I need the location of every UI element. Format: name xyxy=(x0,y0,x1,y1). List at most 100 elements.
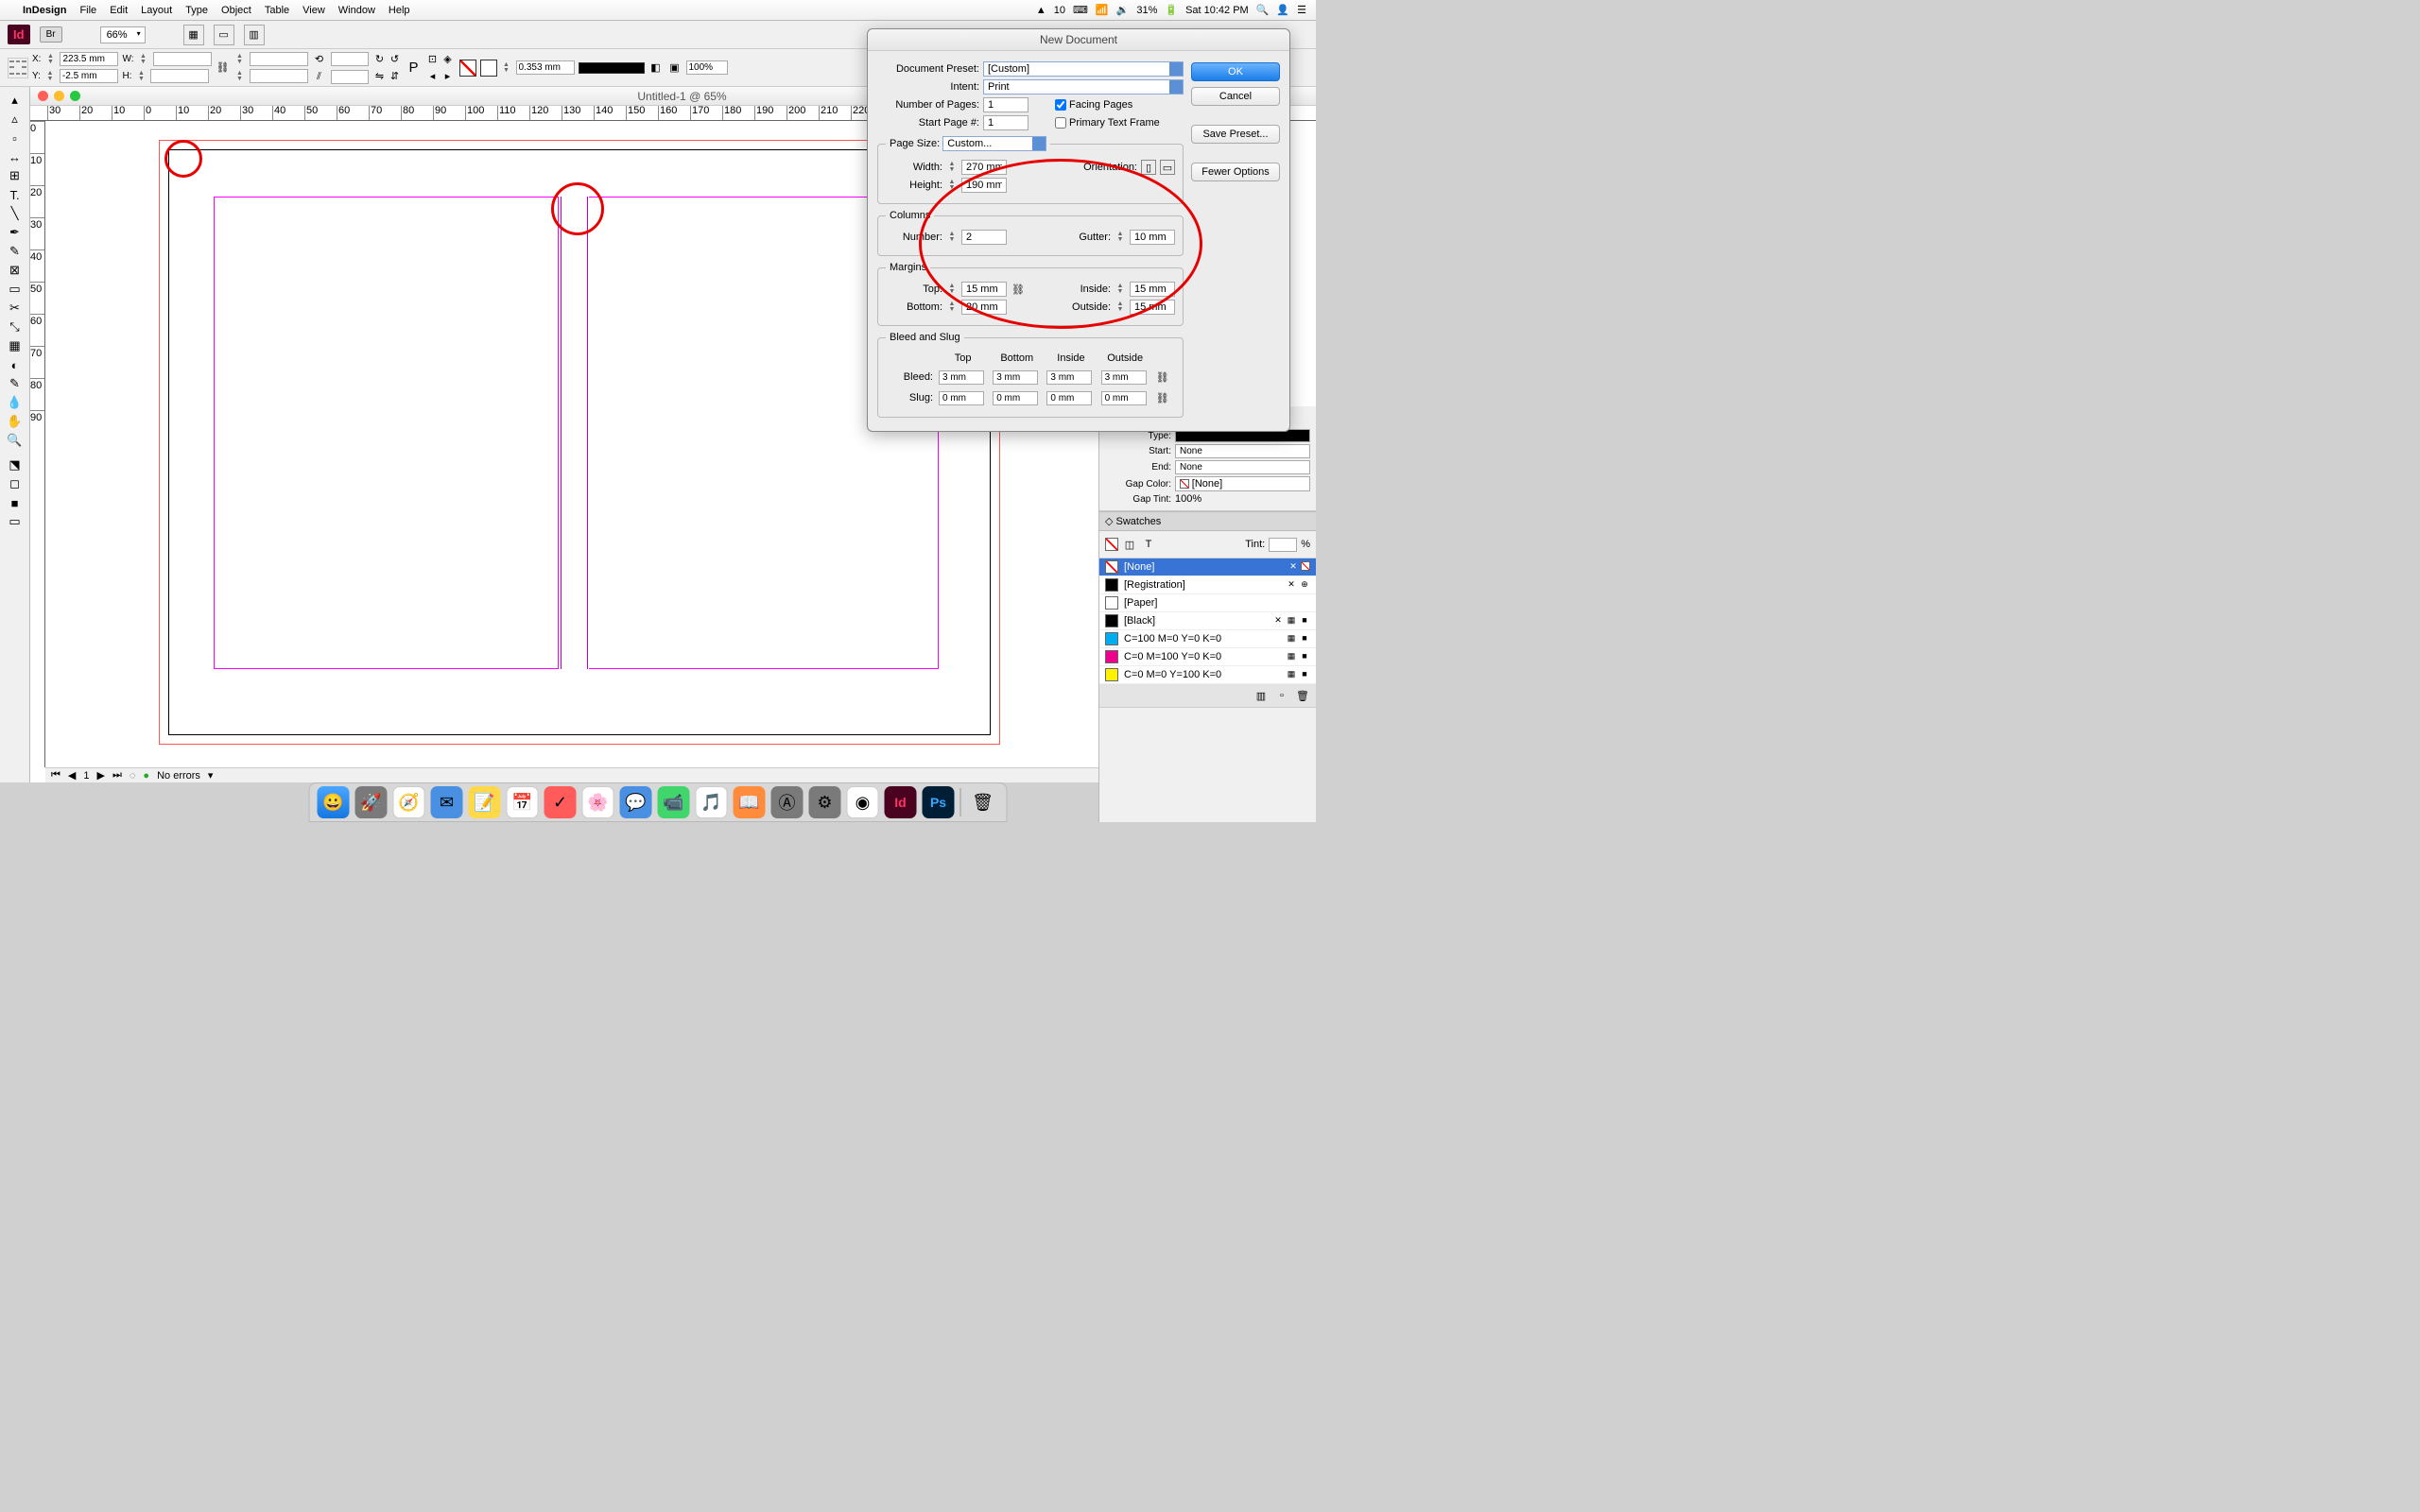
select-content-icon[interactable]: ◈ xyxy=(441,52,456,67)
scale-y-input[interactable] xyxy=(250,69,308,83)
swatches-fill-icon[interactable] xyxy=(1105,538,1118,551)
note-tool[interactable]: ✎ xyxy=(3,374,27,393)
dock-photoshop-icon[interactable]: Ps xyxy=(923,786,955,818)
menu-edit[interactable]: Edit xyxy=(110,5,128,16)
slug-top-input[interactable] xyxy=(939,391,984,405)
swatch-paper[interactable]: [Paper] xyxy=(1099,594,1316,612)
h-input[interactable] xyxy=(150,69,209,83)
direct-selection-tool[interactable]: ▵ xyxy=(3,110,27,129)
window-close-icon[interactable] xyxy=(38,91,48,101)
swatch-none[interactable]: [None]✕ xyxy=(1099,558,1316,576)
tint-input[interactable] xyxy=(1269,538,1297,552)
swatches-text-toggle-icon[interactable]: T xyxy=(1141,537,1156,552)
dock-reminders-icon[interactable]: ✓ xyxy=(544,786,577,818)
apply-color[interactable]: ■ xyxy=(3,493,27,512)
link-slug-icon[interactable]: ⛓ xyxy=(1155,390,1170,405)
gradient-swatch-tool[interactable]: ▦ xyxy=(3,336,27,355)
margin-outside-input[interactable] xyxy=(1130,300,1175,315)
scale-x-input[interactable] xyxy=(250,52,308,66)
app-name[interactable]: InDesign xyxy=(23,5,66,16)
dock-appstore-icon[interactable]: Ⓐ xyxy=(771,786,804,818)
default-fill-stroke[interactable]: ◻ xyxy=(3,474,27,493)
link-bleed-icon[interactable]: ⛓ xyxy=(1155,369,1170,385)
keyboard-icon[interactable]: ⌨ xyxy=(1073,4,1088,16)
menu-help[interactable]: Help xyxy=(389,5,410,16)
menu-type[interactable]: Type xyxy=(185,5,208,16)
menu-file[interactable]: File xyxy=(79,5,96,16)
bridge-button[interactable]: Br xyxy=(40,26,62,43)
dock-calendar-icon[interactable]: 📅 xyxy=(507,786,539,818)
arrange-docs-icon[interactable]: ▥ xyxy=(244,25,265,45)
intent-dropdown[interactable]: Print xyxy=(983,79,1184,94)
margin-top-input[interactable] xyxy=(961,282,1007,297)
preset-dropdown[interactable]: [Custom] xyxy=(983,61,1184,77)
slug-bottom-input[interactable] xyxy=(993,391,1038,405)
swatch-magenta[interactable]: C=0 M=100 Y=0 K=0▦■ xyxy=(1099,648,1316,666)
dock-notes-icon[interactable]: 📝 xyxy=(469,786,501,818)
orientation-portrait-icon[interactable]: ▯ xyxy=(1141,160,1156,175)
effects-icon[interactable]: ◧ xyxy=(648,60,664,76)
shear-input[interactable] xyxy=(331,70,369,84)
slug-inside-input[interactable] xyxy=(1046,391,1092,405)
gradient-feather-tool[interactable]: ◐ xyxy=(3,355,27,374)
dock-trash-icon[interactable]: 🗑 xyxy=(967,786,999,818)
swatches-stroke-toggle-icon[interactable]: ◫ xyxy=(1122,537,1137,552)
rotate-ccw-icon[interactable]: ↺ xyxy=(388,52,403,67)
status-dropdown-icon[interactable]: ▾ xyxy=(208,769,214,782)
gap-color-dropdown[interactable]: [None] xyxy=(1175,476,1310,491)
page-size-dropdown[interactable]: Custom... xyxy=(942,136,1046,151)
opacity-input[interactable] xyxy=(686,60,728,75)
pen-tool[interactable]: ✒ xyxy=(3,223,27,242)
select-next-icon[interactable]: ▸ xyxy=(441,69,456,84)
bleed-outside-input[interactable] xyxy=(1101,370,1147,385)
w-input[interactable] xyxy=(153,52,212,66)
type-tool[interactable]: T. xyxy=(3,185,27,204)
new-swatch-icon[interactable]: ▫ xyxy=(1274,688,1289,703)
dock-messages-icon[interactable]: 💬 xyxy=(620,786,652,818)
menu-table[interactable]: Table xyxy=(265,5,289,16)
swatch-yellow[interactable]: C=0 M=0 Y=100 K=0▦■ xyxy=(1099,666,1316,684)
dock-mail-icon[interactable]: ✉ xyxy=(431,786,463,818)
menu-layout[interactable]: Layout xyxy=(141,5,172,16)
rotate-input[interactable] xyxy=(331,52,369,66)
bleed-inside-input[interactable] xyxy=(1046,370,1092,385)
select-prev-icon[interactable]: ◂ xyxy=(425,69,441,84)
cancel-button[interactable]: Cancel xyxy=(1191,87,1280,106)
flip-v-icon[interactable]: ⇵ xyxy=(388,69,403,84)
page-tool[interactable]: ▫ xyxy=(3,129,27,147)
eyedropper-tool[interactable]: 💧 xyxy=(3,393,27,412)
view-options-icon[interactable]: ▦ xyxy=(183,25,204,45)
pencil-tool[interactable]: ✎ xyxy=(3,242,27,261)
line-tool[interactable]: ╲ xyxy=(3,204,27,223)
margin-bottom-input[interactable] xyxy=(961,300,1007,315)
hand-tool[interactable]: ✋ xyxy=(3,412,27,431)
menu-object[interactable]: Object xyxy=(221,5,251,16)
select-container-icon[interactable]: ⊡ xyxy=(425,52,441,67)
slug-outside-input[interactable] xyxy=(1101,391,1147,405)
fill-swatch[interactable] xyxy=(459,60,476,77)
zoom-tool[interactable]: 🔍 xyxy=(3,431,27,450)
bleed-bottom-input[interactable] xyxy=(993,370,1038,385)
vertical-ruler[interactable]: 0102030405060708090 xyxy=(30,121,45,767)
link-margins-icon[interactable]: ⛓ xyxy=(1011,282,1026,297)
swatch-cyan[interactable]: C=100 M=0 Y=0 K=0▦■ xyxy=(1099,630,1316,648)
user-icon[interactable]: 👤 xyxy=(1276,4,1289,16)
dock-launchpad-icon[interactable]: 🚀 xyxy=(355,786,388,818)
menu-window[interactable]: Window xyxy=(338,5,375,16)
stroke-style-dropdown[interactable] xyxy=(579,62,645,74)
adobe-cc-icon[interactable]: ▲ xyxy=(1036,5,1046,16)
dock-photos-icon[interactable]: 🌸 xyxy=(582,786,614,818)
dock-sysprefs-icon[interactable]: ⚙ xyxy=(809,786,841,818)
reference-point[interactable] xyxy=(8,58,28,78)
zoom-dropdown[interactable]: 66% xyxy=(100,26,146,43)
screen-mode-tool[interactable]: ▭ xyxy=(3,512,27,531)
notification-center-icon[interactable]: ☰ xyxy=(1297,4,1306,16)
dock-ibooks-icon[interactable]: 📖 xyxy=(734,786,766,818)
height-input[interactable] xyxy=(961,178,1007,193)
facing-pages-checkbox[interactable] xyxy=(1055,99,1066,111)
ok-button[interactable]: OK xyxy=(1191,62,1280,81)
stroke-start-dropdown[interactable]: None xyxy=(1175,444,1310,458)
scissors-tool[interactable]: ✂ xyxy=(3,299,27,318)
swatch-libraries-icon[interactable]: ▥ xyxy=(1253,688,1269,703)
delete-swatch-icon[interactable]: 🗑 xyxy=(1295,688,1310,703)
